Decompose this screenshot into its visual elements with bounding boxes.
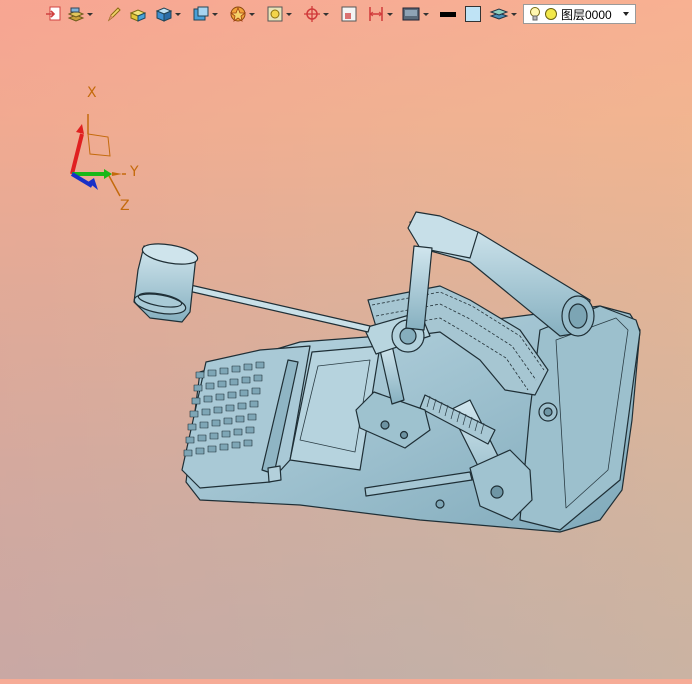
material-button[interactable]: [129, 5, 147, 23]
main-toolbar: 图层0000: [0, 0, 692, 28]
chevron-down-icon: [175, 12, 181, 16]
chevron-down-icon: [511, 12, 517, 16]
layer-stack-button[interactable]: [67, 5, 93, 23]
sketch-star-icon: [229, 6, 247, 22]
chevron-down-icon: [87, 12, 93, 16]
view-cube-button[interactable]: [192, 5, 218, 23]
layer-color-icon[interactable]: [544, 7, 558, 21]
chevron-down-icon[interactable]: [623, 12, 629, 16]
display-mode-button[interactable]: [401, 5, 429, 23]
3d-viewport[interactable]: [0, 28, 692, 679]
chevron-down-icon: [423, 12, 429, 16]
layer-name: 图层0000: [561, 7, 612, 22]
display-mode-icon: [402, 7, 420, 21]
fill-color-button[interactable]: [464, 5, 482, 23]
layers-icon: [489, 8, 509, 20]
fill-color-icon: [465, 6, 481, 22]
material-icon: [129, 9, 147, 22]
render-button[interactable]: [266, 5, 292, 23]
chevron-down-icon: [212, 12, 218, 16]
dimension-icon: [369, 7, 383, 21]
crosshair-button[interactable]: [303, 5, 329, 23]
view-cube-icon: [193, 6, 209, 21]
chevron-down-icon: [286, 12, 292, 16]
crosshair-icon: [304, 6, 320, 22]
chevron-down-icon: [387, 12, 393, 16]
layer-stack-icon: [67, 7, 85, 22]
lightbulb-icon[interactable]: [528, 6, 542, 22]
solid-cube-icon: [155, 7, 173, 22]
layers-button[interactable]: [489, 5, 517, 23]
pencil-button[interactable]: [106, 5, 122, 23]
chevron-down-icon: [323, 12, 329, 16]
chevron-down-icon: [249, 12, 255, 16]
import-button[interactable]: [44, 5, 62, 23]
sketch-button[interactable]: [229, 5, 255, 23]
import-icon: [46, 6, 61, 21]
frame-icon: [341, 6, 357, 22]
line-color-icon: [440, 12, 456, 17]
dimension-button[interactable]: [367, 5, 393, 23]
line-color-button[interactable]: [439, 5, 457, 23]
pencil-icon: [107, 7, 121, 22]
render-box-icon: [267, 6, 283, 22]
layer-dropdown[interactable]: 图层0000: [523, 4, 636, 24]
frame-button[interactable]: [340, 5, 358, 23]
solid-cube-button[interactable]: [155, 5, 181, 23]
drum-pedal-model[interactable]: [0, 28, 692, 679]
